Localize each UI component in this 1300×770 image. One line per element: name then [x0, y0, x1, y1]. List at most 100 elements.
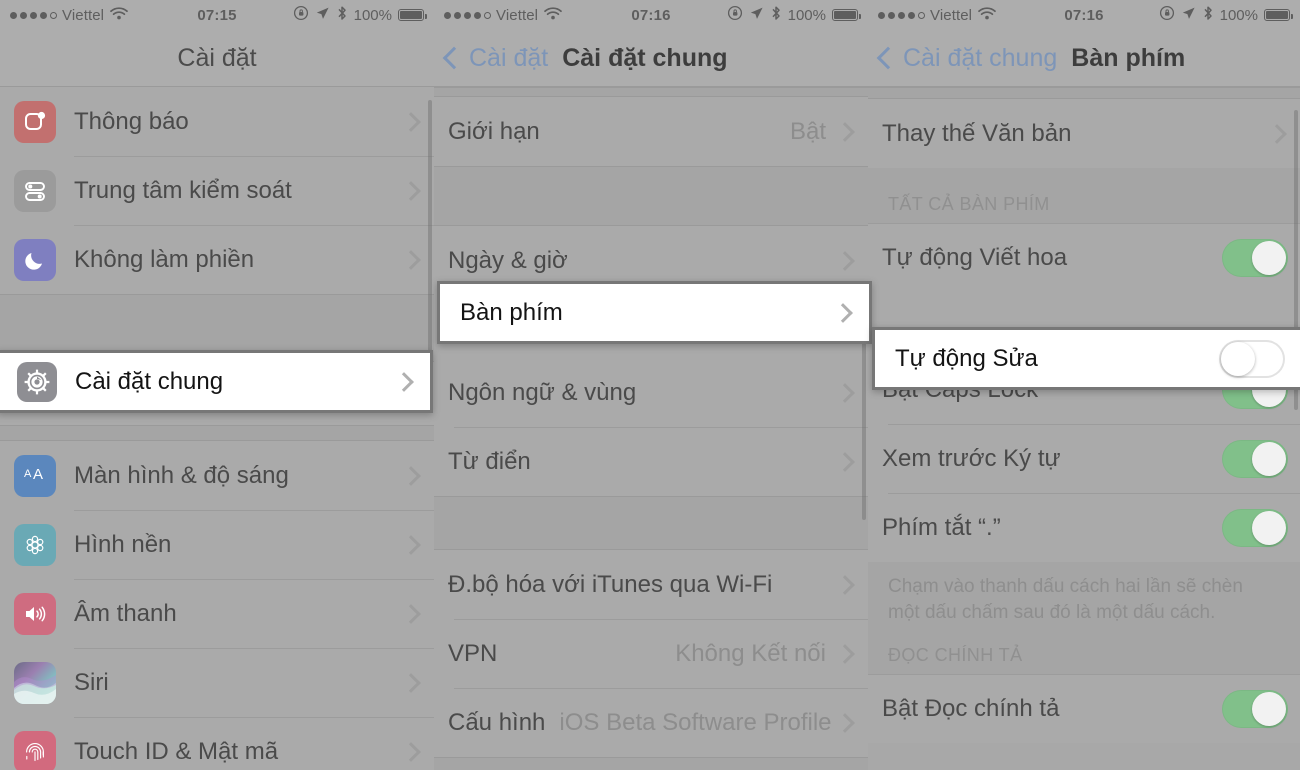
- chevron-right-icon: [401, 180, 421, 201]
- chevron-left-icon: [442, 46, 466, 70]
- list-item-label: Thay thế Văn bản: [882, 119, 1072, 147]
- section-header-dictation: ĐỌC CHÍNH TẢ: [868, 631, 1300, 675]
- bluetooth-icon: [1202, 5, 1214, 26]
- wallpaper-icon: [14, 523, 56, 566]
- rotation-lock-icon: [293, 5, 309, 25]
- status-bar-panel1: Viettel 07:15 100%: [0, 0, 434, 30]
- control-center-icon: [14, 169, 56, 212]
- scrollbar-panel1[interactable]: [428, 100, 432, 390]
- highlighted-row-keyboard[interactable]: Bàn phím: [437, 281, 872, 344]
- settings-list-panel3: Thay thế Văn bản TẤT CẢ BÀN PHÍM Tự động…: [868, 87, 1300, 744]
- back-button[interactable]: Cài đặt: [442, 43, 549, 73]
- chevron-left-icon: [876, 46, 900, 70]
- nav-bar-panel3: Cài đặt chung Bàn phím: [868, 30, 1300, 87]
- rotation-lock-icon: [727, 5, 743, 25]
- list-item-label: VPN: [448, 639, 498, 667]
- list-item[interactable]: Không làm phiền: [0, 225, 434, 294]
- list-item-label: Cấu hình: [448, 708, 546, 736]
- list-item[interactable]: VPN Không Kết nối: [434, 619, 868, 688]
- wifi-icon: [977, 6, 997, 25]
- panel-general-settings: Viettel 07:16 100% Cài đặt Cài đặt chung…: [434, 0, 868, 770]
- list-item-value: iOS Beta Software Profile: [559, 708, 832, 736]
- chevron-right-icon: [835, 121, 855, 142]
- list-item[interactable]: Trung tâm kiểm soát: [0, 156, 434, 225]
- list-item-label: Siri: [74, 668, 109, 696]
- chevron-right-icon: [401, 465, 421, 486]
- list-item[interactable]: Âm thanh: [0, 579, 434, 648]
- battery-full-icon: [1264, 9, 1293, 21]
- status-left-group: Viettel: [444, 6, 563, 25]
- chevron-right-icon: [401, 249, 421, 270]
- toggle-switch-period-shortcut[interactable]: [1222, 508, 1288, 547]
- list-item-label: Touch ID & Mật mã: [74, 737, 279, 765]
- list-item[interactable]: AA Màn hình & độ sáng: [0, 441, 434, 510]
- toggle-row-label: Phím tắt “.”: [882, 513, 1001, 541]
- toggle-switch-enable-dictation[interactable]: [1222, 690, 1288, 729]
- section-gap: [434, 87, 868, 97]
- wifi-icon: [109, 6, 129, 25]
- list-item[interactable]: Siri: [0, 648, 434, 717]
- signal-strength-icon: [10, 11, 57, 19]
- toggle-row-label: Bật Đọc chính tả: [882, 695, 1060, 723]
- list-item-label: Âm thanh: [74, 599, 177, 627]
- scrollbar-panel2[interactable]: [862, 320, 866, 520]
- section-gap: [434, 166, 868, 226]
- chevron-right-icon: [401, 534, 421, 555]
- list-item-label: Đ.bộ hóa với iTunes qua Wi-Fi: [448, 570, 773, 598]
- highlighted-row-label: Bàn phím: [460, 298, 563, 326]
- three-panel-screenshot: Viettel 07:15 100% Cài đặt Thông báo Tru…: [0, 0, 1300, 770]
- chevron-right-icon: [835, 712, 855, 733]
- chevron-right-icon: [401, 603, 421, 624]
- toggle-row[interactable]: Xem trước Ký tự: [868, 424, 1300, 493]
- list-item[interactable]: Thông báo: [0, 87, 434, 156]
- nav-bar-panel2: Cài đặt Cài đặt chung: [434, 30, 868, 87]
- list-item-label: Màn hình & độ sáng: [74, 461, 289, 489]
- chevron-right-icon: [835, 382, 855, 403]
- list-item[interactable]: Đ.bộ hóa với iTunes qua Wi-Fi: [434, 550, 868, 619]
- page-title: Cài đặt chung: [562, 43, 728, 72]
- signal-strength-icon: [444, 11, 491, 19]
- toggle-row[interactable]: Tự động Viết hoa: [868, 223, 1300, 292]
- chevron-right-icon: [394, 371, 414, 392]
- list-item[interactable]: Từ điển: [434, 427, 868, 496]
- list-item[interactable]: Touch ID & Mật mã: [0, 717, 434, 770]
- list-item[interactable]: Giới hạn Bật: [434, 97, 868, 166]
- toggle-row-label: Tự động Viết hoa: [882, 244, 1068, 271]
- toggle-switch-auto-capitalization[interactable]: [1222, 239, 1288, 277]
- list-item[interactable]: Hình nền: [0, 510, 434, 579]
- status-bar-panel3: Viettel 07:16 100%: [868, 0, 1300, 30]
- toggle-row[interactable]: Bật Đọc chính tả: [868, 674, 1300, 744]
- sounds-icon: [14, 592, 56, 635]
- highlighted-row-label: Tự động Sửa: [895, 344, 1038, 372]
- highlighted-row-label: Cài đặt chung: [75, 367, 224, 395]
- svg-text:A: A: [33, 466, 43, 483]
- back-button[interactable]: Cài đặt chung: [876, 43, 1058, 73]
- highlighted-row-general[interactable]: Cài đặt chung: [0, 350, 433, 413]
- back-button-label: Cài đặt chung: [903, 43, 1058, 72]
- chevron-right-icon: [401, 672, 421, 693]
- back-button-label: Cài đặt: [469, 43, 549, 72]
- location-arrow-icon: [315, 6, 330, 25]
- chevron-right-icon: [835, 643, 855, 664]
- section-gap: [0, 425, 434, 441]
- list-item-label: Từ điển: [448, 447, 531, 475]
- list-item[interactable]: Ngôn ngữ & vùng: [434, 358, 868, 427]
- list-item-label: Không làm phiền: [74, 245, 255, 273]
- toggle-row[interactable]: Phím tắt “.”: [868, 493, 1300, 562]
- section-gap: [434, 757, 868, 770]
- toggle-switch-autocorrect[interactable]: [1219, 339, 1285, 378]
- section-gap: [868, 87, 1300, 99]
- list-item[interactable]: Cấu hình iOS Beta Software Profile: [434, 688, 868, 757]
- battery-percent-label: 100%: [1219, 6, 1258, 24]
- page-title: Cài đặt: [177, 43, 257, 72]
- section-gap: [434, 496, 868, 550]
- carrier-label: Viettel: [496, 6, 539, 24]
- status-right-group: 100%: [1159, 5, 1293, 26]
- highlighted-row-autocorrect[interactable]: Tự động Sửa: [872, 327, 1300, 390]
- list-item[interactable]: Thay thế Văn bản: [868, 99, 1300, 168]
- bluetooth-icon: [770, 5, 782, 26]
- chevron-right-icon: [401, 741, 421, 762]
- status-right-group: 100%: [727, 5, 861, 26]
- toggle-switch-character-preview[interactable]: [1222, 439, 1288, 478]
- list-item-label: Giới hạn: [448, 117, 540, 145]
